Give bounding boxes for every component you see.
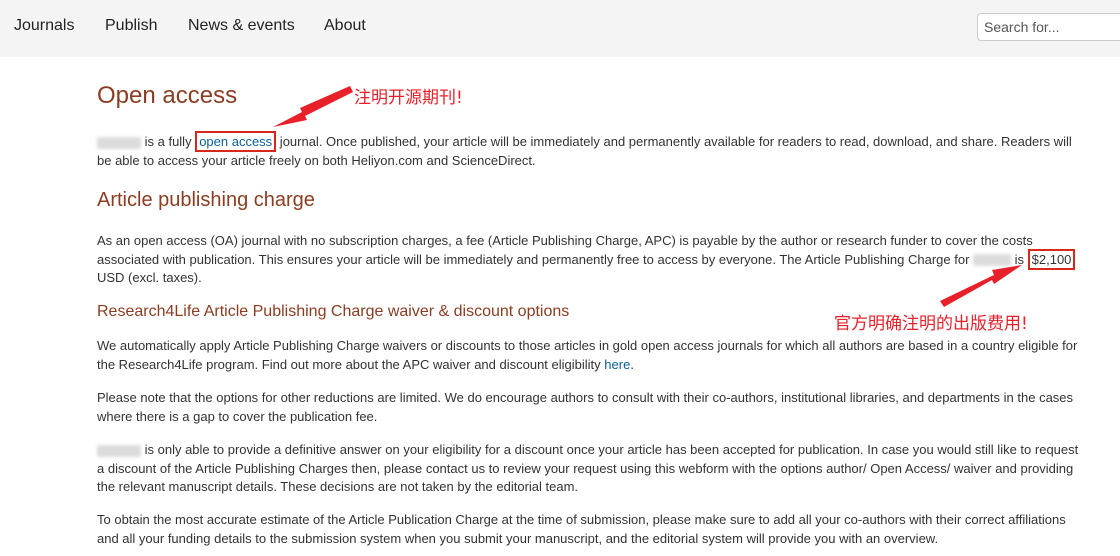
nav-about[interactable]: About — [324, 16, 366, 36]
waiver-paragraph-2: Please note that the options for other r… — [97, 390, 1074, 424]
annotation-fee: 官方明确注明的出版费用! — [834, 314, 1028, 334]
open-access-highlight: open access — [195, 131, 277, 152]
price-highlight: $2,100 — [1027, 248, 1076, 270]
open-access-heading: Open access — [97, 82, 238, 109]
nav-journals[interactable]: Journals — [14, 16, 74, 36]
search-input[interactable] — [977, 13, 1120, 41]
nav-publish[interactable]: Publish — [105, 16, 157, 36]
top-nav: Journals Publish News & events About — [0, 0, 1120, 57]
annotation-open-access: 注明开源期刊! — [354, 88, 463, 108]
waiver-heading: Research4Life Article Publishing Charge … — [97, 303, 570, 320]
apc-heading: Article publishing charge — [97, 189, 315, 211]
apc-paragraph: As an open access (OA) journal with no s… — [97, 232, 1087, 288]
arrow-to-open-access — [273, 86, 353, 127]
redacted-journal-name: xxxxxx — [97, 136, 141, 149]
open-access-link[interactable]: open access — [199, 134, 272, 149]
waiver-here-link[interactable]: here — [604, 357, 630, 372]
waiver-paragraph-1: We automatically apply Article Publishin… — [97, 338, 1078, 372]
nav-news-events[interactable]: News & events — [188, 16, 295, 36]
open-access-paragraph: xxxxxx is a fully open access journal. O… — [97, 131, 1087, 170]
redacted-journal-name: xxxxxx — [97, 444, 141, 457]
waiver-paragraph-3: xxxxxx is only able to provide a definit… — [97, 442, 1079, 494]
redacted-journal-name: xxxx — [973, 254, 1012, 267]
waiver-paragraph-4: To obtain the most accurate estimate of … — [97, 512, 1066, 546]
